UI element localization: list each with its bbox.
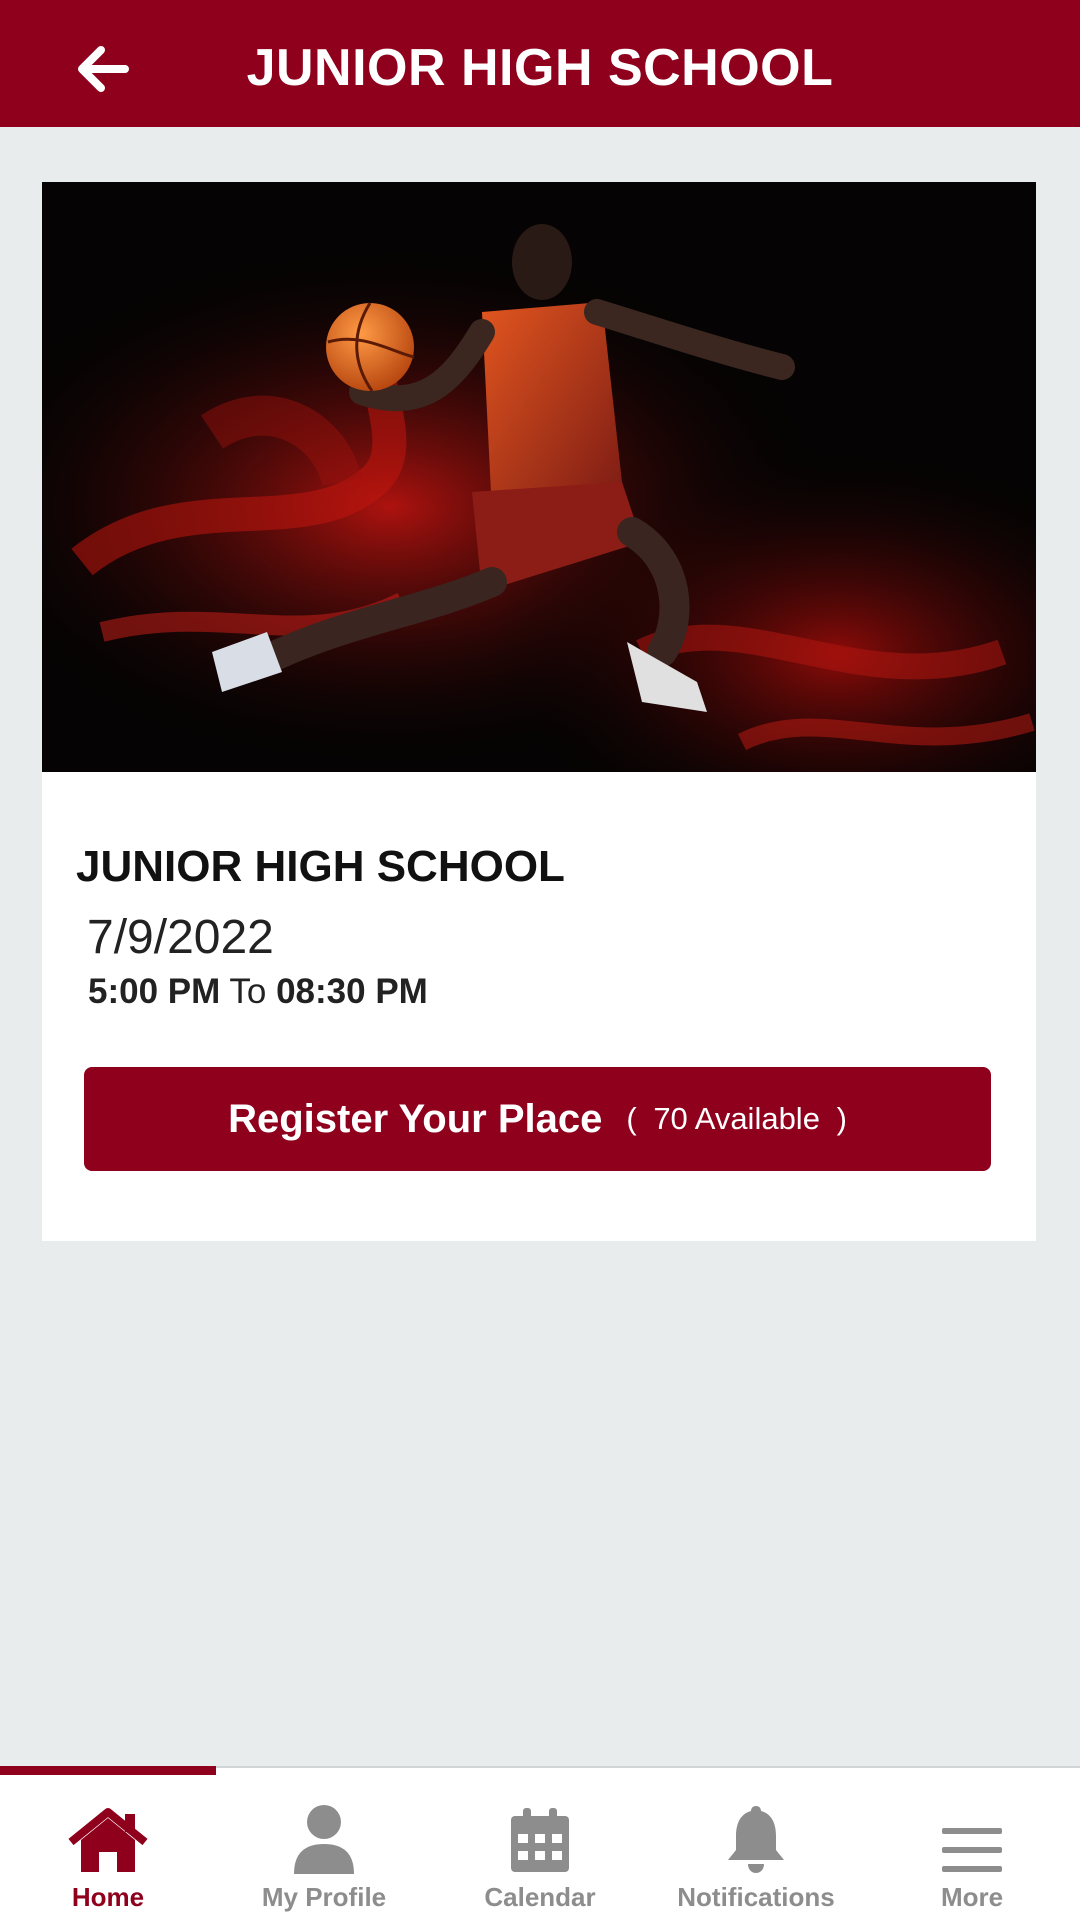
nav-notifications-label: Notifications xyxy=(677,1882,835,1912)
nav-my-profile[interactable]: My Profile xyxy=(216,1768,432,1922)
event-title: JUNIOR HIGH SCHOOL xyxy=(76,842,565,891)
start-time: 5:00 PM xyxy=(88,972,221,1011)
home-icon xyxy=(68,1808,148,1872)
nav-my-profile-label: My Profile xyxy=(261,1882,387,1912)
event-time: 5:00 PM To 08:30 PM xyxy=(88,972,428,1012)
availability-badge: ( 70 Available ) xyxy=(626,1101,847,1136)
nav-notifications[interactable]: Notifications xyxy=(648,1768,864,1922)
nav-home-label: Home xyxy=(71,1882,145,1912)
page-title: JUNIOR HIGH SCHOOL xyxy=(246,39,834,97)
nav-home[interactable]: Home xyxy=(0,1768,216,1922)
nav-calendar[interactable]: Calendar xyxy=(432,1768,648,1922)
time-separator: To xyxy=(229,972,267,1011)
end-time: 08:30 PM xyxy=(276,972,428,1011)
event-card: JUNIOR HIGH SCHOOL 7/9/2022 5:00 PM To 0… xyxy=(42,182,1036,1241)
availability-count: 70 Available xyxy=(653,1101,820,1136)
register-label: Register Your Place xyxy=(228,1096,603,1141)
register-button[interactable]: Register Your Place ( 70 Available ) xyxy=(84,1067,991,1171)
menu-icon xyxy=(942,1828,1002,1872)
calendar-icon xyxy=(511,1808,569,1872)
nav-more[interactable]: More xyxy=(864,1768,1080,1922)
app-header: JUNIOR HIGH SCHOOL xyxy=(0,0,1080,127)
event-image xyxy=(42,182,1036,772)
user-icon xyxy=(294,1805,354,1874)
bottom-navigation: Home My Profile Calendar Notifications M… xyxy=(0,1766,1080,1922)
bell-icon xyxy=(728,1806,784,1873)
nav-more-label: More xyxy=(940,1882,1004,1912)
nav-calendar-label: Calendar xyxy=(484,1882,596,1912)
event-date: 7/9/2022 xyxy=(87,911,274,964)
